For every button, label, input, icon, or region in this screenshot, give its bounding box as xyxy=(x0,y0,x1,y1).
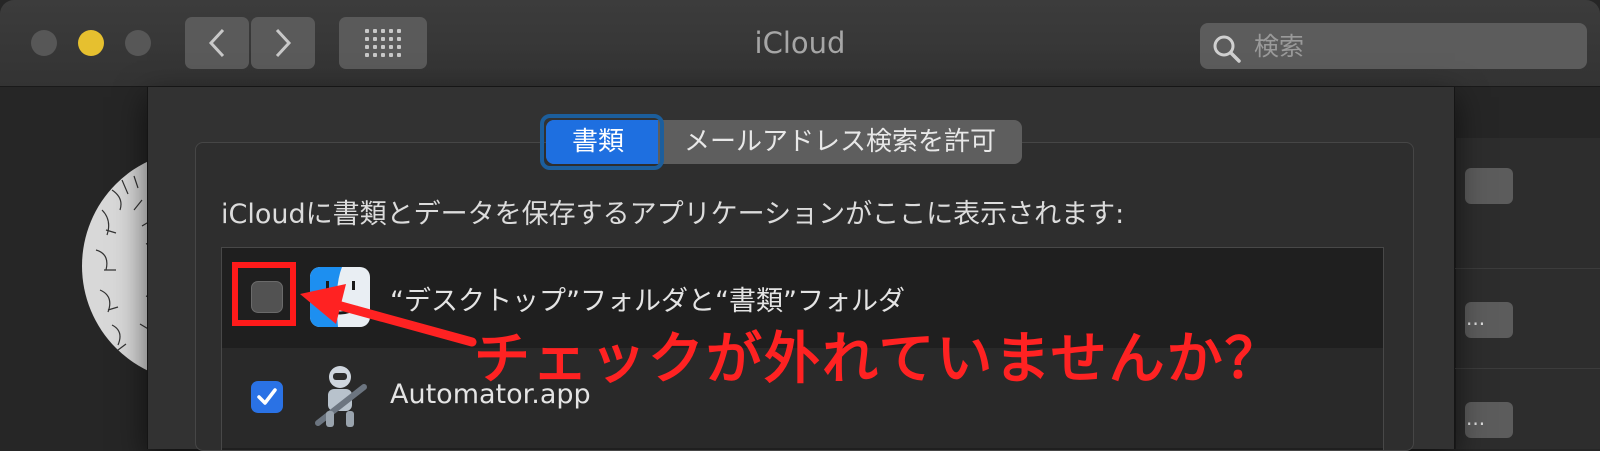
annotation-text: チェックが外れていませんか？ xyxy=(474,327,1283,392)
